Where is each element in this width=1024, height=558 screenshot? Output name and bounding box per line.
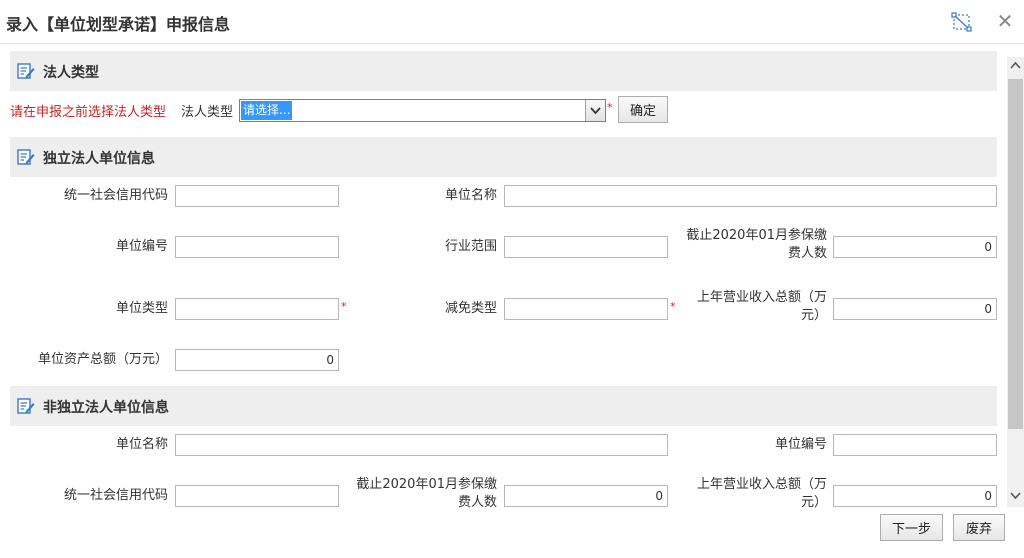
non-unit-name-label: 单位名称 xyxy=(115,437,168,452)
section-independent: 独立法人单位信息 xyxy=(10,137,997,177)
non-revenue-label-line1: 上年营业收入总额（万 xyxy=(696,477,827,492)
insured-label-line2: 费人数 xyxy=(787,246,827,261)
credit-code-field[interactable] xyxy=(175,185,339,207)
unit-type-label: 单位类型 xyxy=(115,301,168,316)
non-revenue-label: 上年营业收入总额（万 元） xyxy=(672,476,827,512)
revenue-label: 上年营业收入总额（万 元） xyxy=(672,289,827,325)
industry-label: 行业范围 xyxy=(444,239,497,254)
legal-type-hint: 请在申报之前选择法人类型 xyxy=(10,105,167,120)
revenue-field[interactable] xyxy=(833,298,997,320)
assets-field[interactable] xyxy=(175,349,339,371)
non-insured-label: 截止2020年01月参保缴 费人数 xyxy=(342,476,497,512)
section-title: 非独立法人单位信息 xyxy=(43,400,169,416)
confirm-button[interactable]: 确定 xyxy=(618,96,668,123)
unit-type-field[interactable] xyxy=(175,298,339,320)
non-revenue-field[interactable] xyxy=(833,485,997,507)
non-credit-code-label: 统一社会信用代码 xyxy=(63,488,168,503)
non-revenue-label-line2: 元） xyxy=(800,495,827,510)
legal-type-select[interactable]: 请选择... xyxy=(239,99,606,122)
dialog-titlebar: 录入【单位划型承诺】申报信息 ✕ xyxy=(0,0,1024,44)
revenue-label-line2: 元） xyxy=(800,308,827,323)
revenue-label-line1: 上年营业收入总额（万 xyxy=(696,290,827,305)
unit-name-label: 单位名称 xyxy=(444,188,497,203)
non-insured-label-line2: 费人数 xyxy=(457,495,497,510)
scroll-down-icon[interactable] xyxy=(1007,487,1024,504)
dialog-footer: 下一步 废弃 xyxy=(0,513,1024,558)
relief-type-field[interactable] xyxy=(504,298,668,320)
non-insured-count-field[interactable] xyxy=(504,485,668,507)
chevron-down-icon[interactable] xyxy=(585,100,605,121)
edit-icon xyxy=(17,397,35,415)
insured-label-line1: 截止2020年01月参保缴 xyxy=(686,228,827,243)
maximize-icon[interactable] xyxy=(951,12,973,32)
required-mark: * xyxy=(341,300,347,313)
non-credit-code-field[interactable] xyxy=(175,485,339,507)
section-non-independent: 非独立法人单位信息 xyxy=(10,386,997,426)
scrollbar-thumb[interactable] xyxy=(1008,79,1023,429)
credit-code-label: 统一社会信用代码 xyxy=(63,188,168,203)
non-unit-no-field[interactable] xyxy=(833,434,997,456)
insured-count-field[interactable] xyxy=(833,236,997,258)
section-title: 独立法人单位信息 xyxy=(43,151,155,167)
unit-no-field[interactable] xyxy=(175,236,339,258)
insured-label: 截止2020年01月参保缴 费人数 xyxy=(672,227,827,263)
unit-no-label: 单位编号 xyxy=(115,239,168,254)
edit-icon xyxy=(17,148,35,166)
dialog-title: 录入【单位划型承诺】申报信息 xyxy=(6,15,231,34)
vertical-scrollbar[interactable] xyxy=(1007,57,1024,507)
scroll-up-icon[interactable] xyxy=(1007,57,1024,74)
legal-type-label: 法人类型 xyxy=(181,105,234,120)
close-icon[interactable]: ✕ xyxy=(995,11,1015,31)
dialog-content: 法人类型 请在申报之前选择法人类型 法人类型 请选择... * 确定 独立法人单… xyxy=(0,45,1024,513)
legal-type-selected: 请选择... xyxy=(241,101,293,120)
non-unit-name-field[interactable] xyxy=(175,434,668,456)
non-unit-no-label: 单位编号 xyxy=(774,437,827,452)
discard-button[interactable]: 废弃 xyxy=(953,514,1005,541)
required-mark: * xyxy=(607,101,613,114)
unit-name-field[interactable] xyxy=(504,185,997,207)
section-title: 法人类型 xyxy=(43,65,99,81)
assets-label: 单位资产总额（万元） xyxy=(37,352,168,367)
relief-type-label: 减免类型 xyxy=(444,301,497,316)
non-insured-label-line1: 截止2020年01月参保缴 xyxy=(356,477,497,492)
section-legal-type: 法人类型 xyxy=(10,51,997,91)
industry-field[interactable] xyxy=(504,236,668,258)
edit-icon xyxy=(17,62,35,80)
next-button[interactable]: 下一步 xyxy=(880,514,943,541)
